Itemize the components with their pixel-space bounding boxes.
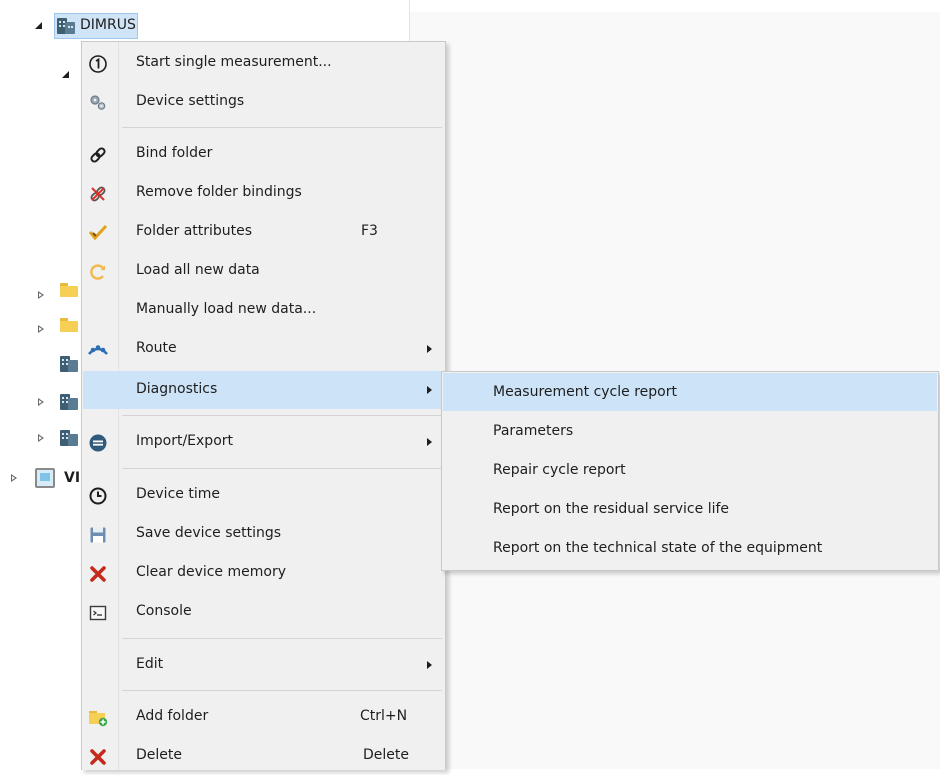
- menu-item-load-all-new-data[interactable]: Load all new data: [83, 252, 443, 290]
- expand-toggle-dimrus[interactable]: [34, 21, 44, 31]
- menu-item-label: Start single measurement...: [136, 54, 332, 70]
- red-x-icon: [88, 747, 108, 767]
- menu-item-import-export[interactable]: Import/Export: [83, 423, 443, 461]
- menu-item-add-folder[interactable]: Add folder Ctrl+N: [83, 698, 443, 736]
- menu-item-device-time[interactable]: Device time: [83, 476, 443, 514]
- link-icon: [88, 145, 108, 165]
- submenu-item-technical-state-report[interactable]: Report on the technical state of the equ…: [443, 529, 937, 567]
- menu-item-remove-folder-bindings[interactable]: Remove folder bindings: [83, 174, 443, 212]
- shortcut-label: Ctrl+N: [360, 708, 408, 724]
- menu-item-label: Remove folder bindings: [136, 184, 302, 200]
- submenu-item-label: Measurement cycle report: [493, 384, 677, 400]
- expand-toggle-folder[interactable]: [36, 325, 46, 335]
- menu-item-label: Edit: [136, 656, 164, 672]
- menu-item-label: Route: [136, 340, 177, 356]
- expand-toggle-building[interactable]: [36, 398, 46, 408]
- menu-item-diagnostics[interactable]: Diagnostics: [83, 371, 443, 409]
- folder-icon: [60, 318, 78, 332]
- submenu-item-measurement-cycle-report[interactable]: Measurement cycle report: [443, 373, 937, 411]
- menu-separator: [122, 127, 442, 128]
- menu-item-label: Device settings: [136, 93, 245, 109]
- menu-item-label: Save device settings: [136, 525, 282, 541]
- shortcut-label: Delete: [363, 747, 409, 763]
- menu-item-label: Device time: [136, 486, 220, 502]
- menu-item-label: Clear device memory: [136, 564, 286, 580]
- menu-item-start-single-measurement[interactable]: Start single measurement...: [83, 44, 443, 82]
- context-menu: Start single measurement... Device setti…: [81, 41, 446, 770]
- menu-item-folder-attributes[interactable]: Folder attributes F3: [83, 213, 443, 251]
- submenu-arrow-icon: [427, 661, 432, 669]
- submenu-arrow-icon: [427, 438, 432, 446]
- menu-separator: [122, 690, 442, 691]
- menu-separator: [122, 638, 442, 639]
- gears-icon: [88, 93, 108, 113]
- expand-toggle-building[interactable]: [36, 434, 46, 444]
- menu-item-label: Load all new data: [136, 262, 260, 278]
- menu-item-manually-load-new-data[interactable]: Manually load new data...: [83, 291, 443, 329]
- building-icon: [57, 17, 75, 34]
- expand-toggle-folder[interactable]: [36, 291, 46, 301]
- shortcut-label: F3: [361, 223, 378, 239]
- expand-toggle-vi[interactable]: [9, 474, 19, 484]
- tree-node-label: DIMRUS: [80, 17, 136, 33]
- monitor-icon: [35, 468, 55, 488]
- folder-icon: [60, 283, 78, 297]
- menu-item-label: Console: [136, 603, 192, 619]
- menu-item-label: Bind folder: [136, 145, 213, 161]
- building-icon: [60, 355, 78, 372]
- menu-item-route[interactable]: Route: [83, 330, 443, 368]
- expand-toggle-child[interactable]: [61, 70, 71, 80]
- red-x-icon: [88, 564, 108, 584]
- submenu-item-parameters[interactable]: Parameters: [443, 412, 937, 450]
- submenu-item-label: Repair cycle report: [493, 462, 626, 478]
- menu-item-label: Add folder: [136, 708, 209, 724]
- submenu-item-residual-service-life-report[interactable]: Report on the residual service life: [443, 490, 937, 528]
- menu-item-bind-folder[interactable]: Bind folder: [83, 135, 443, 173]
- menu-item-device-settings[interactable]: Device settings: [83, 83, 443, 121]
- building-icon: [60, 393, 78, 410]
- building-icon: [60, 429, 78, 446]
- diagnostics-submenu: Measurement cycle report Parameters Repa…: [441, 371, 939, 571]
- menu-item-label: Delete: [136, 747, 182, 763]
- menu-item-edit[interactable]: Edit: [83, 646, 443, 684]
- menu-separator: [122, 415, 442, 416]
- menu-item-label: Diagnostics: [136, 381, 218, 397]
- import-export-icon: [88, 433, 108, 453]
- menu-item-label: Folder attributes: [136, 223, 253, 239]
- tree-node-label: VI: [64, 470, 81, 486]
- menu-item-save-device-settings[interactable]: Save device settings: [83, 515, 443, 553]
- number-one-icon: [88, 54, 108, 74]
- submenu-item-label: Report on the technical state of the equ…: [493, 540, 823, 556]
- menu-separator: [122, 468, 442, 469]
- menu-item-console[interactable]: Console: [83, 593, 443, 631]
- route-icon: [88, 340, 108, 360]
- console-icon: [88, 603, 108, 623]
- menu-item-clear-device-memory[interactable]: Clear device memory: [83, 554, 443, 592]
- add-folder-icon: [88, 708, 108, 728]
- clock-icon: [88, 486, 108, 506]
- menu-item-label: Import/Export: [136, 433, 234, 449]
- submenu-arrow-icon: [427, 386, 432, 394]
- floppy-disk-icon: [88, 525, 108, 545]
- check-pencil-icon: [88, 223, 108, 243]
- refresh-icon: [88, 262, 108, 282]
- menu-item-delete[interactable]: Delete Delete: [83, 737, 443, 775]
- submenu-item-label: Report on the residual service life: [493, 501, 730, 517]
- menu-item-label: Manually load new data...: [136, 301, 317, 317]
- submenu-arrow-icon: [427, 345, 432, 353]
- submenu-item-label: Parameters: [493, 423, 574, 439]
- unlink-icon: [88, 184, 108, 204]
- submenu-item-repair-cycle-report[interactable]: Repair cycle report: [443, 451, 937, 489]
